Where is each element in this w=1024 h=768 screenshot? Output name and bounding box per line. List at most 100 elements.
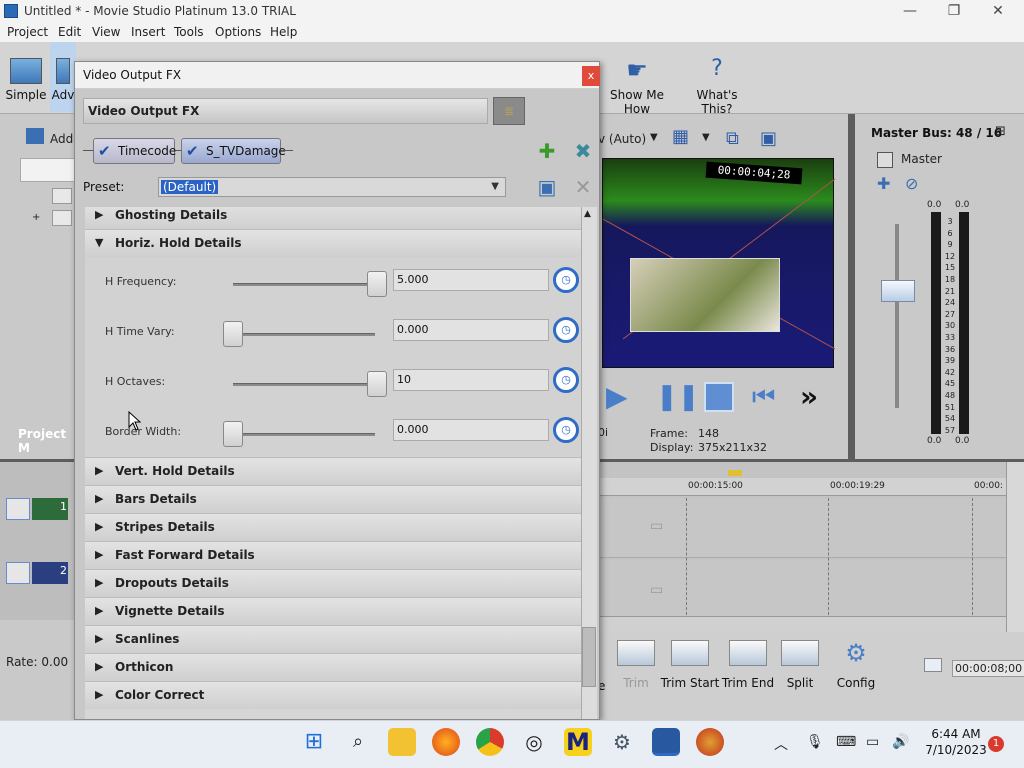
microphone-icon[interactable]: 🎙 bbox=[806, 734, 824, 750]
keyboard-icon[interactable]: ⌨ bbox=[836, 734, 856, 750]
section-collapsed[interactable]: ▶ Vert. Hold Details bbox=[85, 457, 581, 485]
save-preset-icon[interactable]: ▣ bbox=[535, 175, 559, 199]
dialog-close-button[interactable]: x bbox=[582, 66, 600, 86]
preview-quality-dropdown[interactable]: v (Auto) bbox=[598, 132, 646, 146]
folder-icon[interactable] bbox=[52, 210, 72, 226]
dialog-title-bar[interactable]: Video Output FX bbox=[75, 62, 599, 89]
properties-scroll-thumb[interactable] bbox=[582, 627, 596, 687]
menu-help[interactable]: Help bbox=[270, 25, 297, 39]
section-collapsed[interactable]: ▶ Orthicon bbox=[85, 653, 581, 681]
expand-icon[interactable]: + bbox=[32, 212, 40, 223]
maximize-icon[interactable]: ❐ bbox=[940, 2, 968, 20]
notification-badge[interactable]: 1 bbox=[988, 736, 1004, 752]
file-explorer-icon[interactable] bbox=[388, 728, 416, 756]
loop-region-marker[interactable] bbox=[728, 470, 742, 476]
preset-dropdown[interactable]: (Default) ▼ bbox=[158, 177, 506, 197]
media-tree-item[interactable] bbox=[20, 158, 78, 182]
keyframe-clock-icon[interactable]: ◷ bbox=[553, 417, 579, 443]
track-header-icon[interactable] bbox=[6, 498, 30, 520]
border-width-input[interactable]: 0.000 bbox=[393, 419, 549, 441]
section-collapsed[interactable]: ▶ Dropouts Details bbox=[85, 569, 581, 597]
border-width-slider[interactable] bbox=[223, 421, 243, 447]
obs-icon[interactable]: ◎ bbox=[520, 728, 548, 756]
close-icon[interactable]: ✕ bbox=[984, 2, 1012, 20]
section-collapsed[interactable]: ▶ Color Correct bbox=[85, 681, 581, 709]
timeline-horizontal-scrollbar[interactable] bbox=[598, 616, 1006, 632]
keyframe-clock-icon[interactable]: ◷ bbox=[553, 317, 579, 343]
folder-icon[interactable] bbox=[52, 188, 72, 204]
checkmark-icon[interactable]: ✔ bbox=[98, 143, 114, 159]
master-fader[interactable] bbox=[881, 280, 915, 302]
h-frequency-input[interactable]: 5.000 bbox=[393, 269, 549, 291]
simple-button[interactable]: Simple bbox=[4, 42, 48, 112]
section-collapsed[interactable]: ▶ Vignette Details bbox=[85, 597, 581, 625]
show-me-how-button[interactable]: ☛ Show Me How bbox=[598, 42, 676, 116]
h-frequency-slider[interactable] bbox=[367, 271, 387, 297]
h-frequency-track[interactable] bbox=[233, 283, 375, 286]
chain-timecode-button[interactable]: ✔ Timecode bbox=[93, 138, 176, 164]
move-icon[interactable]: ✚ bbox=[877, 174, 890, 193]
go-to-start-icon[interactable]: ⏮ bbox=[752, 382, 782, 412]
section-collapsed[interactable]: ▶ Scanlines bbox=[85, 625, 581, 653]
save-snapshot-icon[interactable]: ▣ bbox=[760, 128, 777, 149]
menu-project[interactable]: Project bbox=[7, 25, 48, 39]
delete-preset-icon[interactable]: ✕ bbox=[571, 175, 595, 199]
pause-icon[interactable]: ❚❚ bbox=[656, 382, 700, 412]
remove-plugin-icon[interactable]: ✖ bbox=[571, 139, 595, 163]
whats-this-button[interactable]: ? What's This? bbox=[682, 42, 752, 116]
chain-tvdamage-button[interactable]: ✔ S_TVDamage bbox=[181, 138, 286, 164]
h-octaves-input[interactable]: 10 bbox=[393, 369, 549, 391]
section-ghosting-details[interactable]: ▶ Ghosting Details bbox=[85, 207, 581, 229]
system-clock[interactable]: 6:44 AM 7/10/2023 bbox=[924, 726, 988, 758]
timeline-vertical-scrollbar[interactable] bbox=[1006, 462, 1024, 632]
copy-frame-icon[interactable]: ⧉ bbox=[726, 128, 739, 149]
network-icon[interactable]: ▭ bbox=[866, 734, 879, 750]
movie-studio-taskbar-icon[interactable] bbox=[652, 728, 680, 756]
keyframe-clock-icon[interactable]: ◷ bbox=[553, 267, 579, 293]
section-horiz-hold-details[interactable]: ▼ Horiz. Hold Details bbox=[85, 229, 581, 257]
windows-start-icon[interactable]: ⊞ bbox=[300, 728, 328, 756]
fast-forward-icon[interactable]: » bbox=[800, 382, 830, 412]
config-button[interactable]: ⚙ Config bbox=[822, 640, 890, 690]
stop-icon[interactable] bbox=[704, 382, 734, 412]
menu-tools[interactable]: Tools bbox=[174, 25, 204, 39]
menu-view[interactable]: View bbox=[92, 25, 120, 39]
menu-insert[interactable]: Insert bbox=[131, 25, 165, 39]
volume-icon[interactable]: 🔊 bbox=[892, 734, 909, 750]
play-icon[interactable]: ▶ bbox=[606, 382, 636, 412]
menu-options[interactable]: Options bbox=[215, 25, 261, 39]
menu-edit[interactable]: Edit bbox=[58, 25, 81, 39]
vegas-m-icon[interactable]: M bbox=[564, 728, 592, 756]
keyframe-clock-icon[interactable]: ◷ bbox=[553, 367, 579, 393]
firefox-icon[interactable] bbox=[432, 728, 460, 756]
advanced-button[interactable]: Adv bbox=[50, 42, 76, 112]
fx-chain-view-icon[interactable]: ≣ bbox=[493, 97, 525, 125]
h-octaves-track[interactable] bbox=[233, 383, 375, 386]
h-time-vary-input[interactable]: 0.000 bbox=[393, 319, 549, 341]
selection-duration[interactable]: 00:00:08;00 bbox=[952, 660, 1024, 677]
timeline-ruler[interactable]: 00:00:15:00 00:00:19:29 00:00: bbox=[598, 478, 1006, 496]
h-time-vary-slider[interactable] bbox=[223, 321, 243, 347]
h-octaves-slider[interactable] bbox=[367, 371, 387, 397]
chevron-down-icon[interactable]: ▼ bbox=[650, 132, 658, 143]
search-icon[interactable]: ⌕ bbox=[344, 728, 372, 756]
minimize-icon[interactable]: — bbox=[896, 2, 924, 20]
checkmark-icon[interactable]: ✔ bbox=[186, 143, 202, 159]
app-taskbar-icon[interactable] bbox=[696, 728, 724, 756]
section-collapsed[interactable]: ▶ Fast Forward Details bbox=[85, 541, 581, 569]
border-width-track[interactable] bbox=[233, 433, 375, 436]
mixer-options-icon[interactable]: ⊞ bbox=[995, 124, 1006, 139]
mute-icon[interactable]: ⊘ bbox=[905, 174, 918, 193]
scroll-up-icon[interactable]: ▲ bbox=[584, 209, 591, 219]
track-header-icon[interactable] bbox=[6, 562, 30, 584]
section-collapsed[interactable]: ▶ Stripes Details bbox=[85, 513, 581, 541]
project-media-tab[interactable]: Project M bbox=[18, 427, 79, 455]
add-label[interactable]: Add bbox=[50, 132, 73, 146]
h-time-vary-track[interactable] bbox=[233, 333, 375, 336]
settings-gear-icon[interactable]: ⚙ bbox=[608, 728, 636, 756]
add-plugin-icon[interactable]: ✚ bbox=[535, 139, 559, 163]
show-hidden-icons-icon[interactable]: ︿ bbox=[774, 734, 788, 754]
section-collapsed[interactable]: ▶ Bars Details bbox=[85, 485, 581, 513]
master-fx-icon[interactable] bbox=[877, 152, 893, 168]
grid-icon[interactable]: ▦ bbox=[672, 126, 689, 147]
